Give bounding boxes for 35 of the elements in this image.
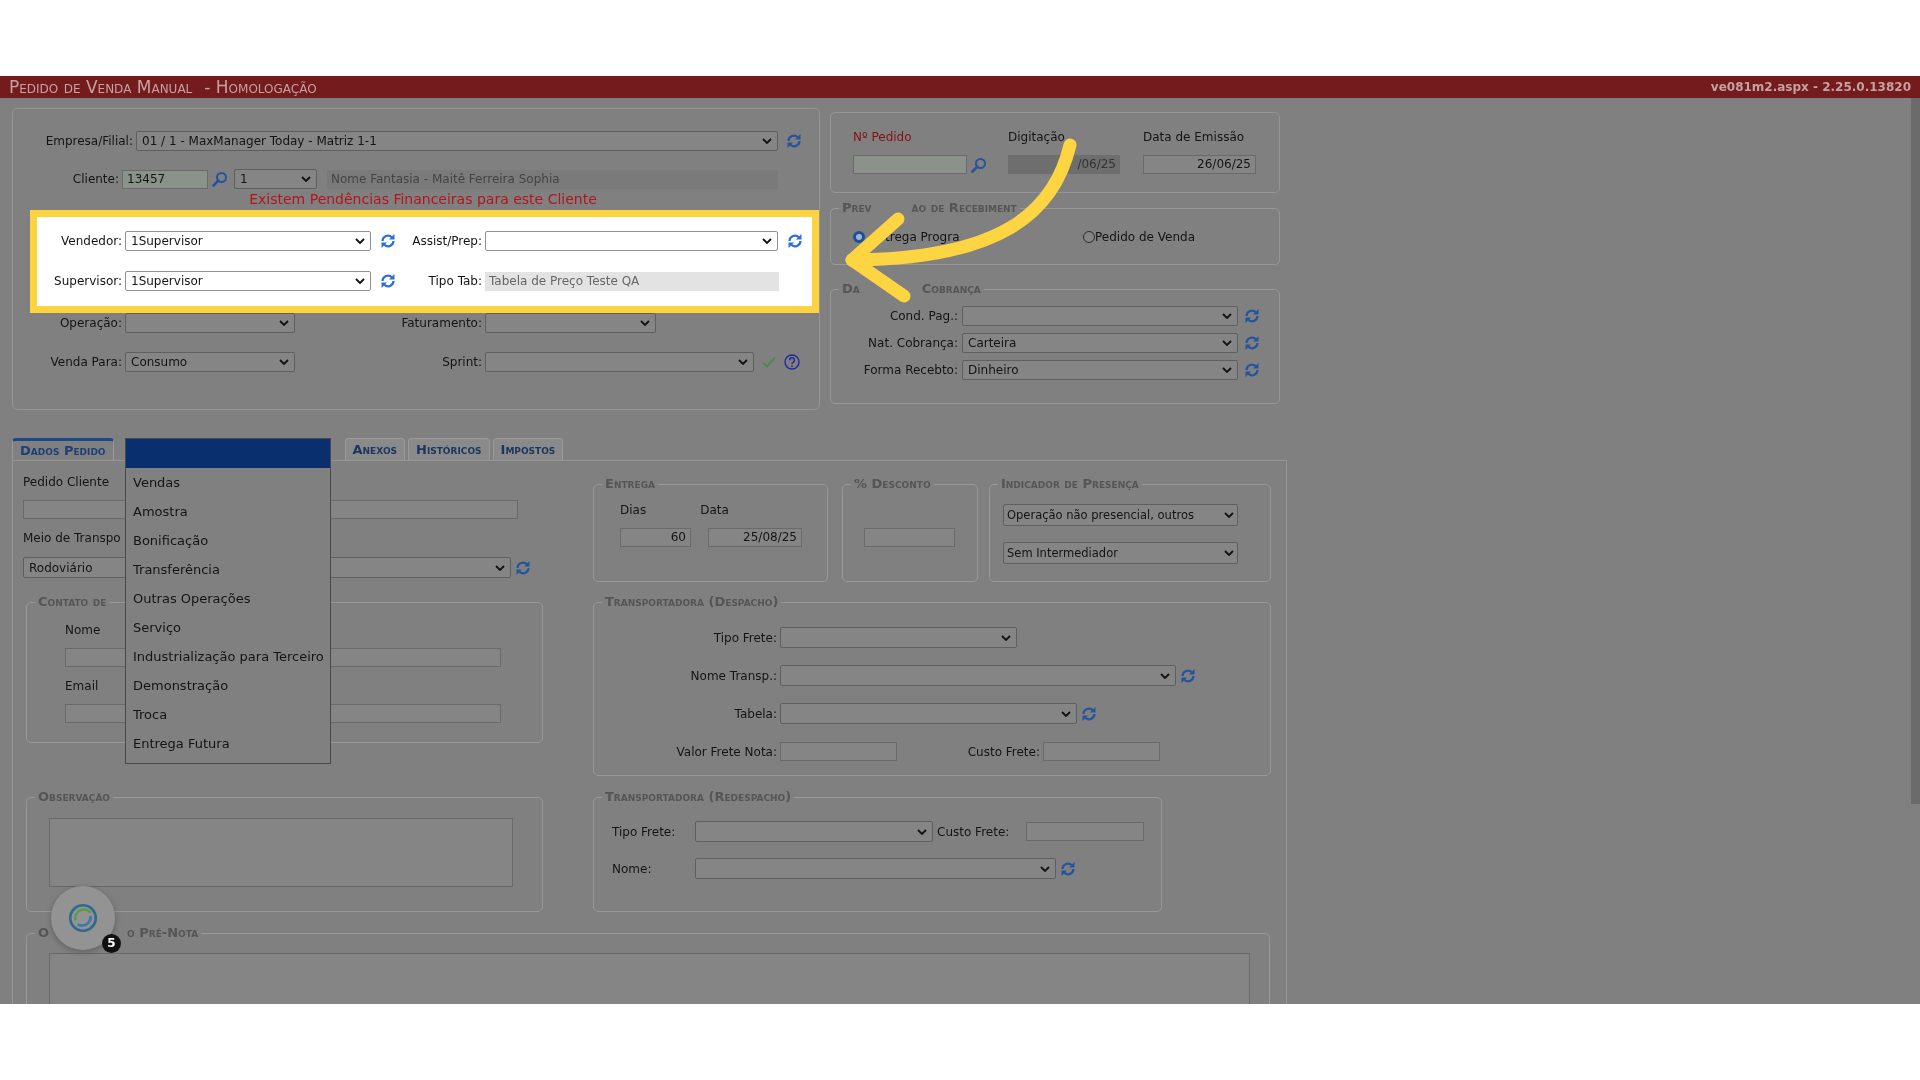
- field-label: Cliente:: [71, 172, 119, 186]
- field-label: Digitação: [1008, 129, 1066, 145]
- field-label: Nome: [65, 622, 101, 638]
- field-label: Operação:: [58, 316, 122, 330]
- field-label: Empresa/Filial:: [44, 134, 133, 148]
- field-label: Custo Frete:: [966, 744, 1040, 759]
- field-label: Nome Transp.:: [689, 668, 777, 683]
- field-label: Sprint:: [441, 355, 482, 369]
- field-label: Forma Recebto:: [862, 363, 958, 377]
- field-label: Meio de Transpo: [23, 530, 121, 546]
- environment-label: - Homologação: [204, 77, 317, 97]
- field-label: Tipo Tab:: [427, 274, 482, 288]
- version-label: ve081m2.aspx - 2.25.0.13820: [1710, 80, 1911, 94]
- field-label: Venda Para:: [49, 355, 122, 369]
- field-label: Custo Frete:: [937, 824, 1011, 839]
- field-label: Nome:: [612, 861, 653, 876]
- field-label: Nº Pedido: [853, 129, 913, 145]
- field-label: Vendedor:: [60, 234, 122, 248]
- field-label: Assist/Prep:: [411, 234, 482, 248]
- field-label: Data: [700, 502, 729, 518]
- field-label: Nat. Cobrança:: [867, 336, 958, 350]
- field-label: Tabela:: [733, 706, 777, 721]
- field-label: Cond. Pag.:: [888, 309, 958, 323]
- field-label: Data de Emissão: [1143, 129, 1246, 145]
- alert-message: Existem Pendências Financeiras para este Cliente: [248, 191, 598, 207]
- field-label: Pedido Cliente: [23, 474, 110, 490]
- field-label: Supervisor:: [53, 274, 122, 288]
- page-title: Pedido de Venda Manual: [9, 77, 193, 97]
- field-label: Email: [65, 678, 99, 694]
- field-label: Tipo Frete:: [612, 824, 677, 839]
- field-label: Faturamento:: [400, 316, 482, 330]
- input-field: Tabela de Preço Teste QA: [485, 271, 779, 291]
- field-label: Tipo Frete:: [712, 630, 777, 645]
- field-label: Dias: [620, 502, 647, 518]
- field-label: Valor Frete Nota:: [675, 744, 777, 759]
